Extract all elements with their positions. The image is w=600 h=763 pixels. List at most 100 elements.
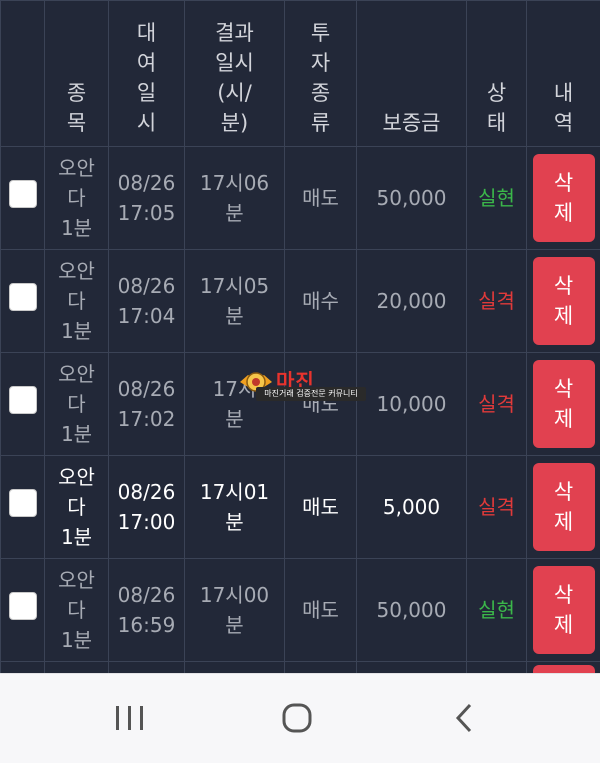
trade-type-cell — [284, 661, 357, 673]
column-header-text: 자 — [310, 51, 331, 75]
order-time-cell: 08/26 17:02 — [108, 352, 185, 456]
status-cell: 실현 — [466, 146, 527, 250]
column-header-text: 종 — [66, 81, 87, 105]
column-header-text: 보증금 — [382, 111, 441, 135]
delete-button[interactable]: 삭제 — [532, 463, 595, 551]
column-header-text: 목 — [66, 111, 87, 135]
deposit-cell: 20,000 — [356, 249, 467, 353]
column-header-text: 류 — [310, 111, 331, 135]
select-cell — [0, 146, 45, 250]
result-time-text: 분 — [225, 613, 244, 637]
home-button[interactable] — [267, 696, 327, 740]
back-icon — [455, 703, 472, 733]
trade-type-cell: 매수 — [284, 249, 357, 353]
column-header-text: 대 — [136, 21, 157, 45]
table-body: 오안 다 1분 08/26 17:05 17시06 분 매도 50,000 실현 삭 제 오안 다 1분 08… — [0, 146, 600, 673]
table-row: 오안 다 1분 08/26 17:04 17시05 분 매수 20,000 실격 삭 제 — [0, 249, 600, 353]
item-cell: 오안다 1분 — [44, 558, 109, 662]
column-header-text: 태 — [486, 111, 507, 135]
recent-apps-button[interactable] — [100, 696, 160, 740]
select-cell — [0, 558, 45, 662]
column-header-text: 여 — [136, 51, 157, 75]
delete-button[interactable]: 삭제 — [532, 566, 595, 654]
deposit-cell — [356, 661, 467, 673]
order-time-cell: 08/26 17:00 — [108, 455, 185, 559]
item-text: 1분 — [60, 628, 93, 652]
result-time-text: 17시00 — [199, 583, 270, 607]
item-text: 오안 — [58, 362, 95, 386]
delete-button-label: 삭 — [553, 480, 574, 504]
result-time-text: 분 — [225, 407, 244, 431]
delete-button-label: 삭 — [553, 171, 574, 195]
action-cell: 삭제 — [526, 558, 600, 662]
action-cell: 삭제 — [526, 146, 600, 250]
column-header-item: 종목 — [44, 0, 109, 147]
column-header-result_time: 결과 일시 (시/분) — [184, 0, 285, 147]
column-header-trade_type: 투자종류 — [284, 0, 357, 147]
delete-button-label: 제 — [553, 510, 574, 534]
action-cell: 삭제 — [526, 249, 600, 353]
order-time-text: 17:00 — [117, 510, 176, 534]
item-text: 1분 — [60, 525, 93, 549]
item-cell: 오안다1분 — [44, 249, 109, 353]
column-header-text: 시 — [136, 111, 157, 135]
row-checkbox[interactable] — [8, 386, 37, 414]
item-text: 1분 — [60, 319, 93, 343]
trade-type-cell: 매도 — [284, 558, 357, 662]
column-header-text: 내 — [553, 81, 574, 105]
deposit-cell: 10,000 — [356, 352, 467, 456]
item-text: 1분 — [60, 216, 93, 240]
delete-button-label: 제 — [553, 304, 574, 328]
row-checkbox[interactable] — [8, 180, 37, 208]
order-time-text: 17:04 — [117, 304, 176, 328]
trade-history-table: 종 목 대 여 일 시 결과 일시 (시/분) 투 자 종 류 보증금 상 태 내 역 오안 다 1분 08/26 17:… — [0, 0, 600, 673]
delete-button-label: 삭 — [553, 377, 574, 401]
deposit-cell: 50,000 — [356, 558, 467, 662]
delete-button[interactable]: 삭제 — [532, 360, 595, 448]
watermark-subtitle: 마진거래 검증전문 커뮤니티 — [256, 387, 366, 401]
watermark: 마진 마진거래 검증전문 커뮤니티 — [236, 365, 366, 405]
order-time-cell: 08/26 17:04 — [108, 249, 185, 353]
select-cell — [0, 661, 45, 673]
order-time-cell: 08/26 17:05 — [108, 146, 185, 250]
item-text: 다 — [67, 598, 86, 622]
table-row: 오안 다 1분 08/26 16:59 17시00 분 매도 50,000 실현 삭 제 — [0, 558, 600, 662]
delete-button[interactable] — [532, 665, 595, 673]
column-header-text: (시/ — [217, 81, 252, 105]
result-time-cell — [184, 661, 285, 673]
delete-button-label: 제 — [553, 201, 574, 225]
column-header-select — [0, 0, 45, 147]
status-cell: 실격 — [466, 455, 527, 559]
status-cell: 실격 — [466, 352, 527, 456]
table-row: 오안다1분 — [0, 661, 600, 673]
row-checkbox[interactable] — [8, 592, 37, 620]
order-time-text: 08/26 — [117, 583, 176, 607]
back-button[interactable] — [435, 696, 495, 740]
column-header-text: 분) — [220, 111, 249, 135]
order-time-text: 08/26 — [117, 480, 176, 504]
row-checkbox[interactable] — [8, 283, 37, 311]
item-text: 다 — [67, 289, 86, 313]
delete-button[interactable]: 삭제 — [532, 257, 595, 345]
item-text: 1분 — [60, 422, 93, 446]
action-cell — [526, 661, 600, 673]
column-header-text: 상 — [486, 81, 507, 105]
action-cell: 삭제 — [526, 352, 600, 456]
column-header-text: 투 — [310, 21, 331, 45]
delete-button[interactable]: 삭제 — [532, 154, 595, 242]
item-text: 오안 — [58, 568, 95, 592]
select-cell — [0, 249, 45, 353]
result-time-text: 분 — [225, 201, 244, 225]
result-time-cell: 17시01 분 — [184, 455, 285, 559]
row-checkbox[interactable] — [8, 489, 37, 517]
order-time-text: 08/26 — [117, 377, 176, 401]
column-header-deposit: 보증금 — [356, 0, 467, 147]
item-cell: 오안다1분 — [44, 661, 109, 673]
item-text: 다 — [67, 186, 86, 210]
select-cell — [0, 455, 45, 559]
result-time-cell: 17시00 분 — [184, 558, 285, 662]
column-header-text: 일 — [136, 81, 157, 105]
item-text: 다 — [67, 392, 86, 416]
item-text: 다 — [67, 495, 86, 519]
column-header-text: 결과 — [215, 21, 254, 45]
